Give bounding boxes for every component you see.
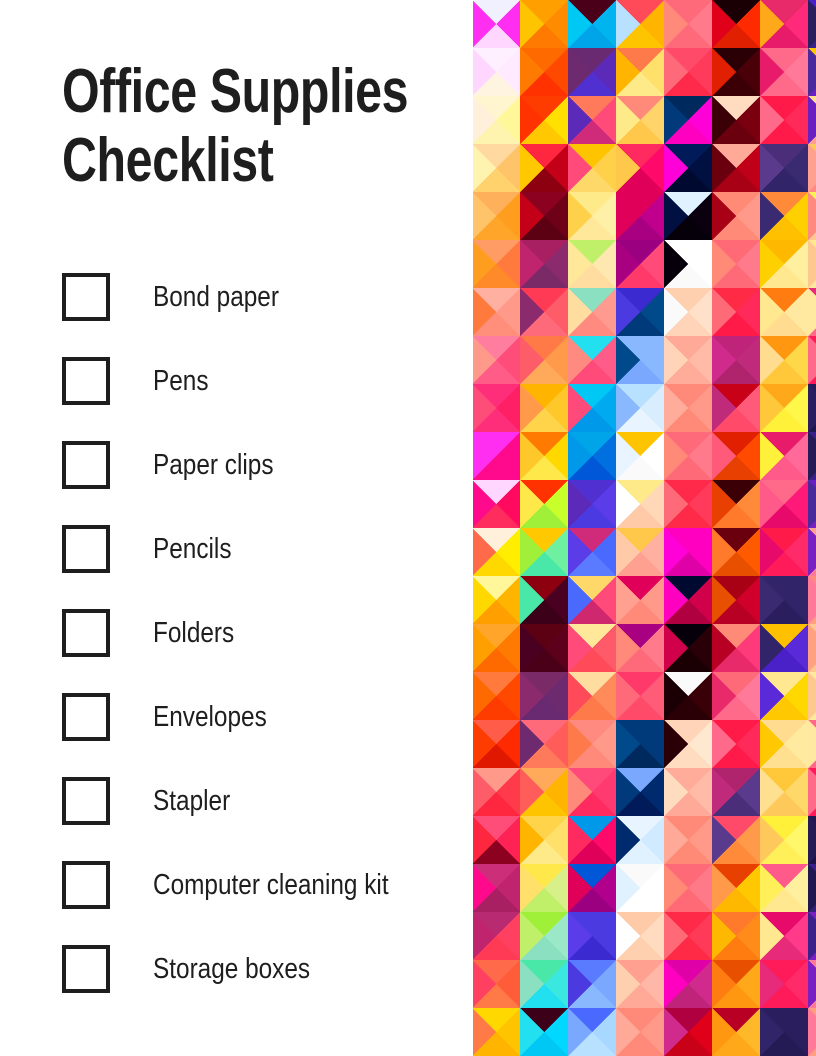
checklist-item-label: Bond paper <box>153 281 279 313</box>
checklist-item-label: Stapler <box>153 785 231 817</box>
triangle-left <box>808 48 816 96</box>
checklist-item-label: Storage boxes <box>153 953 311 985</box>
checklist-item-label: Paper clips <box>153 449 274 481</box>
checkbox[interactable] <box>62 273 110 321</box>
triangle-left <box>808 240 816 288</box>
checklist-item[interactable]: Pens <box>62 357 462 441</box>
geometric-pattern-decoration <box>473 0 816 1056</box>
checklist-item[interactable]: Envelopes <box>62 693 462 777</box>
triangle-left <box>808 528 816 576</box>
checkbox[interactable] <box>62 357 110 405</box>
triangle-left <box>808 480 816 528</box>
checkbox[interactable] <box>62 441 110 489</box>
title-line-primary: Office Supplies <box>62 57 409 126</box>
checkbox[interactable] <box>62 777 110 825</box>
triangle-left <box>808 0 816 48</box>
title-line-secondary: Checklist <box>62 126 274 195</box>
triangle-left <box>808 816 816 864</box>
checkbox[interactable] <box>62 693 110 741</box>
checkbox[interactable] <box>62 525 110 573</box>
checklist-item[interactable]: Stapler <box>62 777 462 861</box>
triangle-left <box>808 432 816 480</box>
geometric-pattern-svg <box>473 0 816 1056</box>
checkbox[interactable] <box>62 861 110 909</box>
triangle-left <box>808 144 816 192</box>
triangle-left <box>808 192 816 240</box>
checklist-item-label: Pencils <box>153 533 232 565</box>
content-column: Office Supplies Checklist Bond paper Pens… <box>0 0 473 1056</box>
triangle-left <box>808 336 816 384</box>
checklist-item-label: Computer cleaning kit <box>153 869 389 901</box>
triangle-left <box>808 96 816 144</box>
checklist-item[interactable]: Computer cleaning kit <box>62 861 462 945</box>
triangle-left <box>808 384 816 432</box>
triangle-left <box>808 720 816 768</box>
triangle-left <box>808 960 816 1008</box>
page-title: Office Supplies Checklist <box>62 57 462 195</box>
checklist-item[interactable]: Storage boxes <box>62 945 462 1029</box>
checklist-item-label: Envelopes <box>153 701 267 733</box>
checklist-page: Office Supplies Checklist Bond paper Pens… <box>0 0 816 1056</box>
triangle-left <box>808 288 816 336</box>
triangle-left <box>808 624 816 672</box>
checklist-item[interactable]: Folders <box>62 609 462 693</box>
triangle-left <box>808 912 816 960</box>
triangle-left <box>808 864 816 912</box>
checkbox[interactable] <box>62 609 110 657</box>
triangle-left <box>808 768 816 816</box>
triangle-left <box>808 576 816 624</box>
triangle-left <box>808 672 816 720</box>
checklist: Bond paper Pens Paper clips Pencils Folders E… <box>62 273 462 1029</box>
checkbox[interactable] <box>62 945 110 993</box>
checklist-item[interactable]: Bond paper <box>62 273 462 357</box>
checklist-item-label: Folders <box>153 617 235 649</box>
triangle-left <box>808 1008 816 1056</box>
checklist-item[interactable]: Pencils <box>62 525 462 609</box>
checklist-item-label: Pens <box>153 365 209 397</box>
checklist-item[interactable]: Paper clips <box>62 441 462 525</box>
